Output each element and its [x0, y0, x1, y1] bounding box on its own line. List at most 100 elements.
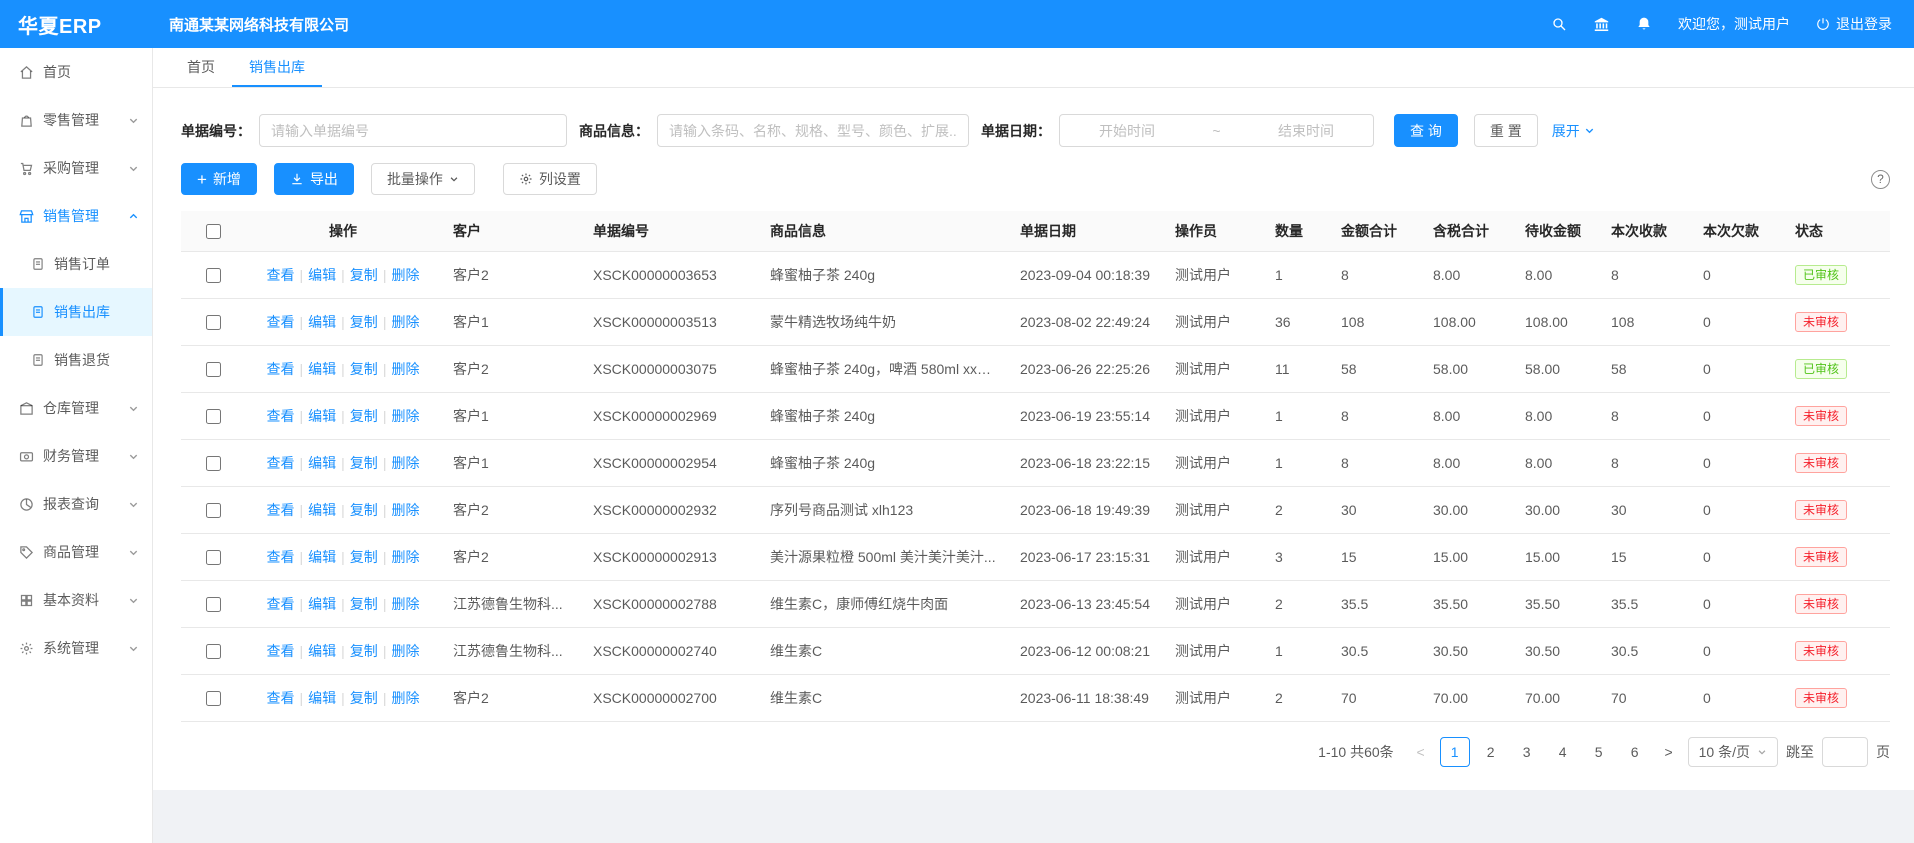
edit-link[interactable]: 编辑 [308, 502, 336, 518]
sidebar-item-sales-outbound[interactable]: 销售出库 [0, 288, 152, 336]
page-button-3[interactable]: 3 [1512, 737, 1542, 767]
delete-link[interactable]: 删除 [391, 408, 419, 424]
edit-link[interactable]: 编辑 [308, 643, 336, 659]
sidebar-item-warehouse[interactable]: 仓库管理 [0, 384, 152, 432]
page-button-4[interactable]: 4 [1548, 737, 1578, 767]
copy-link[interactable]: 复制 [350, 314, 378, 330]
sidebar-item-sales[interactable]: 销售管理 [0, 192, 152, 240]
page-button-6[interactable]: 6 [1620, 737, 1650, 767]
delete-link[interactable]: 删除 [391, 549, 419, 565]
search-icon[interactable] [1551, 16, 1567, 32]
cell-received: 35.5 [1599, 580, 1691, 627]
row-checkbox[interactable] [206, 597, 221, 612]
add-button[interactable]: + 新增 [181, 163, 257, 195]
app-logo[interactable]: 华夏ERP [0, 10, 153, 39]
date-range-picker[interactable]: ~ [1059, 114, 1374, 147]
reset-button[interactable]: 重 置 [1474, 114, 1538, 147]
sidebar-item-sales-returns[interactable]: 销售退货 [0, 336, 152, 384]
sidebar-item-purchase[interactable]: 采购管理 [0, 144, 152, 192]
copy-link[interactable]: 复制 [350, 455, 378, 471]
batch-operations-button[interactable]: 批量操作 [371, 163, 475, 195]
delete-link[interactable]: 删除 [391, 502, 419, 518]
delete-link[interactable]: 删除 [391, 643, 419, 659]
cell-qty: 2 [1263, 674, 1329, 721]
copy-link[interactable]: 复制 [350, 267, 378, 283]
edit-link[interactable]: 编辑 [308, 690, 336, 706]
logout-button[interactable]: 退出登录 [1816, 14, 1892, 34]
page-size-select[interactable]: 10 条/页 [1688, 737, 1778, 767]
row-checkbox[interactable] [206, 550, 221, 565]
edit-link[interactable]: 编辑 [308, 596, 336, 612]
delete-link[interactable]: 删除 [391, 314, 419, 330]
cell-product: 蜂蜜柚子茶 240g [758, 392, 1008, 439]
export-button[interactable]: 导出 [274, 163, 354, 195]
view-link[interactable]: 查看 [267, 549, 295, 565]
sidebar-item-finance[interactable]: 财务管理 [0, 432, 152, 480]
tab-home[interactable]: 首页 [170, 48, 232, 87]
page-button-1[interactable]: 1 [1440, 737, 1470, 767]
chevron-down-icon [128, 163, 139, 174]
view-link[interactable]: 查看 [267, 267, 295, 283]
jump-input[interactable] [1822, 737, 1868, 767]
doc-number-input[interactable] [259, 114, 567, 147]
expand-link[interactable]: 展开 [1552, 121, 1595, 141]
row-checkbox[interactable] [206, 644, 221, 659]
delete-link[interactable]: 删除 [391, 596, 419, 612]
row-checkbox[interactable] [206, 315, 221, 330]
bank-icon[interactable] [1593, 16, 1610, 33]
row-checkbox[interactable] [206, 691, 221, 706]
view-link[interactable]: 查看 [267, 314, 295, 330]
copy-link[interactable]: 复制 [350, 361, 378, 377]
delete-link[interactable]: 删除 [391, 455, 419, 471]
view-link[interactable]: 查看 [267, 690, 295, 706]
sidebar-item-home[interactable]: 首页 [0, 48, 152, 96]
edit-link[interactable]: 编辑 [308, 361, 336, 377]
view-link[interactable]: 查看 [267, 502, 295, 518]
end-date-input[interactable] [1247, 123, 1365, 139]
view-link[interactable]: 查看 [267, 643, 295, 659]
sidebar-item-products[interactable]: 商品管理 [0, 528, 152, 576]
copy-link[interactable]: 复制 [350, 643, 378, 659]
column-settings-button[interactable]: 列设置 [503, 163, 597, 195]
row-checkbox[interactable] [206, 456, 221, 471]
view-link[interactable]: 查看 [267, 455, 295, 471]
row-checkbox[interactable] [206, 503, 221, 518]
prev-page-button[interactable]: < [1410, 737, 1432, 767]
row-checkbox[interactable] [206, 362, 221, 377]
page-button-5[interactable]: 5 [1584, 737, 1614, 767]
bell-icon[interactable] [1636, 16, 1652, 32]
delete-link[interactable]: 删除 [391, 361, 419, 377]
sidebar-item-basic-data[interactable]: 基本资料 [0, 576, 152, 624]
copy-link[interactable]: 复制 [350, 690, 378, 706]
sidebar-item-retail[interactable]: 零售管理 [0, 96, 152, 144]
row-checkbox[interactable] [206, 409, 221, 424]
sidebar-item-label: 采购管理 [43, 158, 99, 178]
copy-link[interactable]: 复制 [350, 596, 378, 612]
sidebar-item-sales-orders[interactable]: 销售订单 [0, 240, 152, 288]
search-button[interactable]: 查 询 [1394, 114, 1458, 147]
next-page-button[interactable]: > [1658, 737, 1680, 767]
edit-link[interactable]: 编辑 [308, 549, 336, 565]
help-icon[interactable]: ? [1871, 170, 1890, 189]
select-all-checkbox[interactable] [206, 224, 221, 239]
sidebar-item-label: 销售退货 [54, 350, 110, 370]
row-checkbox[interactable] [206, 268, 221, 283]
edit-link[interactable]: 编辑 [308, 455, 336, 471]
copy-link[interactable]: 复制 [350, 549, 378, 565]
view-link[interactable]: 查看 [267, 596, 295, 612]
view-link[interactable]: 查看 [267, 408, 295, 424]
edit-link[interactable]: 编辑 [308, 267, 336, 283]
sidebar-item-system[interactable]: 系统管理 [0, 624, 152, 672]
delete-link[interactable]: 删除 [391, 690, 419, 706]
copy-link[interactable]: 复制 [350, 502, 378, 518]
edit-link[interactable]: 编辑 [308, 314, 336, 330]
sidebar-item-reports[interactable]: 报表查询 [0, 480, 152, 528]
product-info-input[interactable] [657, 114, 969, 147]
view-link[interactable]: 查看 [267, 361, 295, 377]
page-button-2[interactable]: 2 [1476, 737, 1506, 767]
copy-link[interactable]: 复制 [350, 408, 378, 424]
delete-link[interactable]: 删除 [391, 267, 419, 283]
start-date-input[interactable] [1068, 123, 1186, 139]
tab-sales-outbound[interactable]: 销售出库 [232, 48, 322, 87]
edit-link[interactable]: 编辑 [308, 408, 336, 424]
